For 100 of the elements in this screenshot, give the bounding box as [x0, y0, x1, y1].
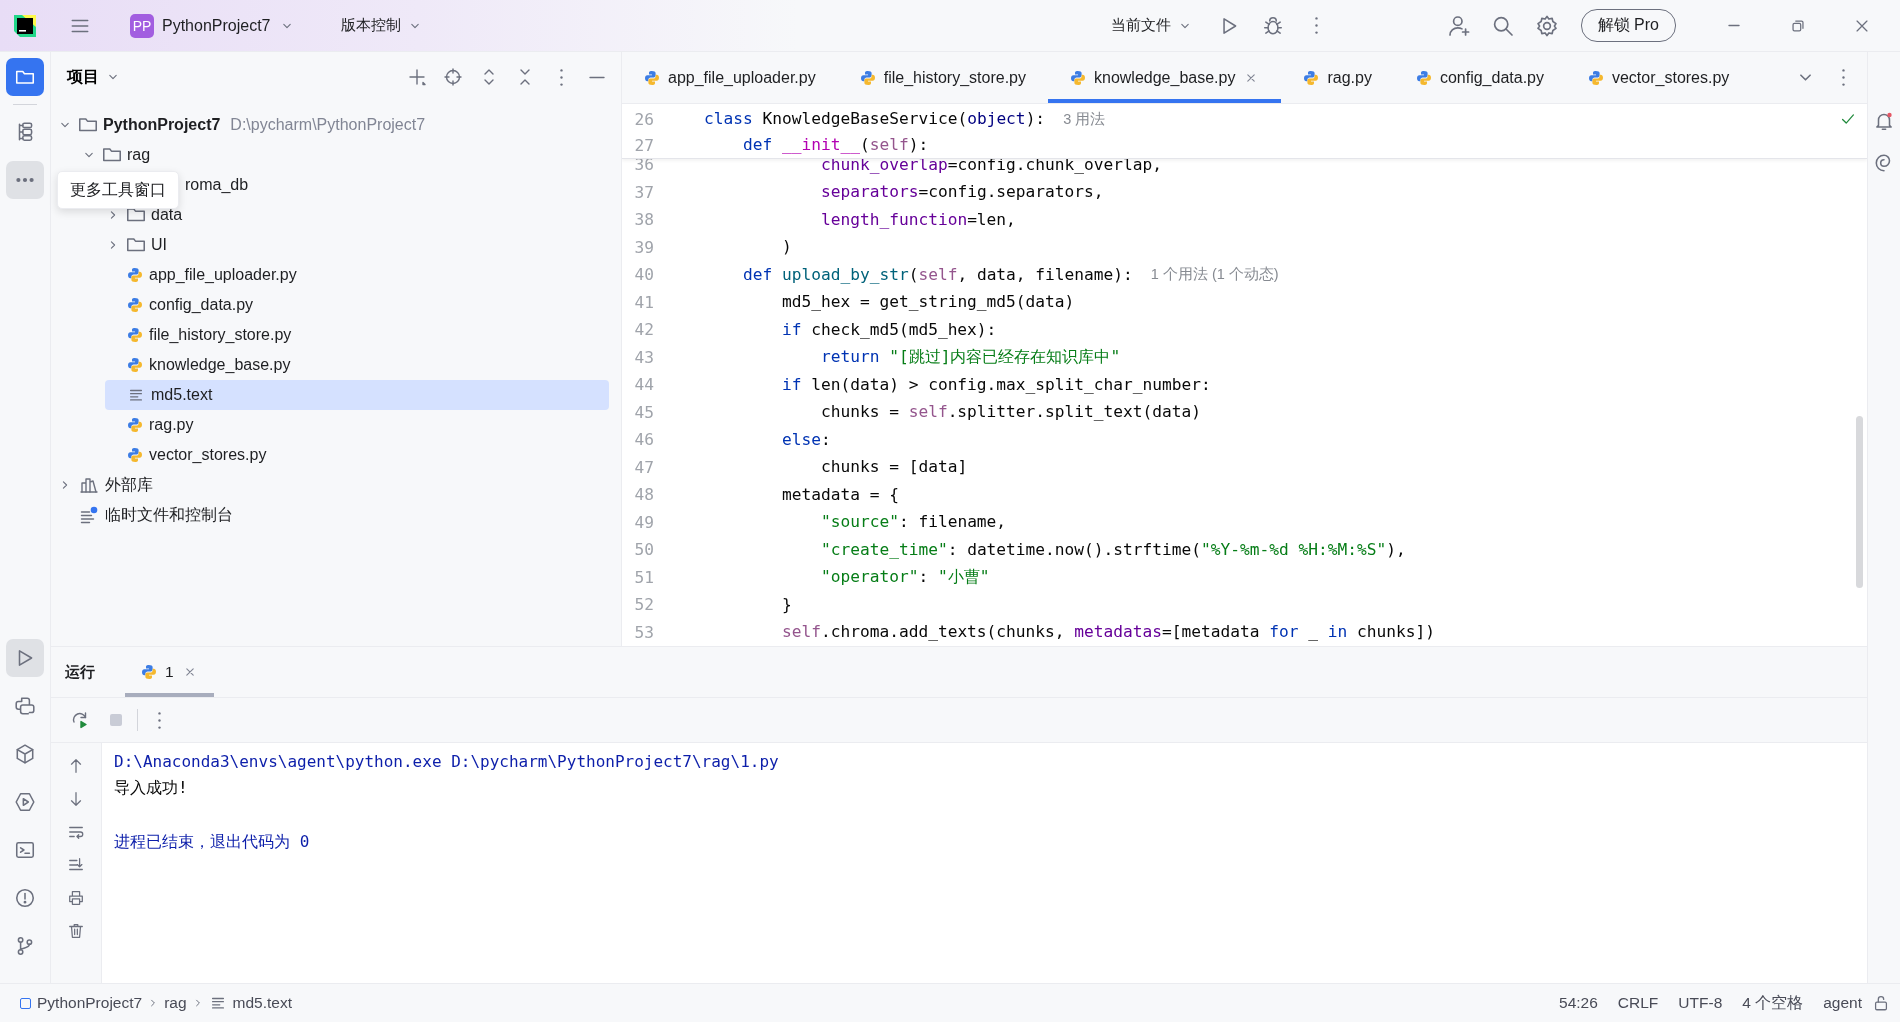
line-number: 48 [633, 485, 654, 505]
code-token: upload_by_str [781, 263, 909, 286]
code-token: =len, [967, 208, 1016, 231]
line-number: 40 [633, 265, 654, 285]
status-item[interactable]: UTF-8 [1668, 994, 1733, 1012]
code-token: "operator" [820, 566, 919, 589]
code-token: metadatas [1074, 621, 1163, 644]
status-item[interactable]: CRLF [1607, 994, 1669, 1012]
code-token: in [1327, 621, 1348, 644]
tree-item[interactable]: config_data.py [105, 290, 609, 320]
code-token: ) [781, 236, 792, 259]
tree-item[interactable]: 临时文件和控制台 [57, 500, 609, 530]
file-name: 外部库 [105, 474, 153, 495]
tree-item[interactable]: 外部库 [57, 470, 609, 500]
editor-tab[interactable]: knowledge_base.py [1048, 52, 1282, 103]
run-tab[interactable]: 1 [125, 647, 214, 697]
line-number: 27 [633, 135, 654, 155]
line-number: 38 [633, 210, 654, 230]
file-name: 临时文件和控制台 [105, 504, 233, 525]
code-token: metadata = { [781, 483, 899, 506]
run-panel-title: 运行 [65, 661, 96, 682]
file-name: PythonProject7 [103, 116, 221, 134]
tree-item[interactable]: knowledge_base.py [105, 350, 609, 380]
line-number: 37 [633, 182, 654, 202]
code-token: =config.separators, [918, 181, 1104, 204]
code-token: ), [1386, 538, 1406, 561]
file-name: md5.text [151, 386, 213, 404]
code-token: : filename, [898, 511, 1007, 534]
code-token: "小曹" [937, 566, 990, 589]
breadcrumb[interactable]: rag [160, 994, 191, 1012]
line-number: 44 [633, 375, 654, 395]
code-token: for [1269, 621, 1299, 644]
code-token: if [781, 373, 802, 396]
code-token: =[metadata [1162, 621, 1260, 644]
line-number: 53 [633, 622, 654, 642]
file-name: app_file_uploader.py [149, 266, 297, 284]
code-token: def [742, 133, 773, 156]
vcs-menu[interactable]: 版本控制 [334, 12, 429, 39]
status-item[interactable]: 54:26 [1549, 994, 1608, 1012]
code-token: def [742, 263, 773, 286]
file-name: file_history_store.py [149, 326, 292, 344]
code-token: chunks]) [1356, 621, 1435, 644]
line-number: 41 [633, 292, 654, 312]
breadcrumb[interactable]: PythonProject7 [16, 994, 147, 1012]
code-token: : datetime.now().strftime( [947, 538, 1202, 561]
code-token: : [918, 566, 929, 589]
tree-item[interactable]: vector_stores.py [105, 440, 609, 470]
file-name: config_data.py [149, 296, 254, 314]
usage-hint[interactable]: 3 用法 [1063, 109, 1106, 129]
status-item[interactable]: 4 个空格 [1732, 992, 1814, 1014]
line-number: 39 [633, 237, 654, 257]
code-token: chunks = [820, 401, 899, 424]
code-token: "[跳过]内容已经存在知识库中" [889, 346, 1121, 369]
line-number: 49 [633, 512, 654, 532]
code-token: "%Y-%m-%d %H:%M:%S" [1201, 538, 1387, 561]
run-config-dropdown[interactable]: 当前文件 [1104, 12, 1199, 39]
line-number: 45 [633, 402, 654, 422]
editor-tab[interactable]: app_file_uploader.py [622, 52, 838, 103]
project-switcher[interactable]: PP PythonProject7 [124, 9, 301, 42]
tree-item[interactable]: PythonProject7 D:\pycharm\PythonProject7 [57, 110, 609, 140]
editor-tab[interactable]: rag.py [1281, 52, 1394, 103]
tree-item[interactable]: file_history_store.py [105, 320, 609, 350]
tree-item[interactable]: md5.text [105, 380, 609, 410]
line-number: 51 [633, 567, 654, 587]
line-number: 50 [633, 540, 654, 560]
unlock-pro-button[interactable]: 解锁 Pro [1580, 9, 1676, 42]
code-token: __init__ [781, 133, 860, 156]
status-item[interactable]: agent [1813, 994, 1872, 1012]
code-token: check_md5(md5_hex): [811, 318, 997, 341]
line-number: 46 [633, 430, 654, 450]
tree-item[interactable]: rag.py [105, 410, 609, 440]
code-token: ( [908, 263, 919, 286]
code-token: self [781, 621, 821, 644]
tree-item[interactable]: UI [105, 230, 609, 260]
editor-tab[interactable]: vector_stores.py [1565, 52, 1752, 103]
editor-tab[interactable]: config_data.py [1393, 52, 1566, 103]
usage-hint[interactable]: 1 个用法 (1 个动态) [1150, 265, 1279, 285]
code-token: object [967, 107, 1026, 130]
code-token: KnowledgeBaseService( [762, 107, 968, 130]
code-token: =config.chunk_overlap, [947, 153, 1163, 176]
console-line: 导入成功! [114, 778, 188, 799]
console-line: D:\Anaconda3\envs\agent\python.exe D:\pycharm\PythonProject7\rag\1.py [114, 752, 779, 771]
tree-item[interactable]: rag [81, 140, 609, 170]
code-token: if [781, 318, 802, 341]
tree-item[interactable]: app_file_uploader.py [105, 260, 609, 290]
code-token: self [908, 401, 948, 424]
code-token: } [781, 593, 792, 616]
code-token: , data, filename): [957, 263, 1133, 286]
code-token: self [918, 263, 958, 286]
code-token: : [820, 428, 831, 451]
code-token: "create_time" [820, 538, 948, 561]
project-view-dropdown[interactable]: 项目 [65, 64, 123, 90]
code-token: return [820, 346, 880, 369]
breadcrumb[interactable]: md5.text [204, 994, 296, 1012]
file-name: vector_stores.py [149, 446, 267, 464]
code-token: separators [820, 181, 919, 204]
code-token: self [869, 133, 909, 156]
console-line: 进程已结束，退出代码为 0 [114, 832, 310, 853]
code-token: else [781, 428, 821, 451]
editor-tab[interactable]: file_history_store.py [837, 52, 1048, 103]
